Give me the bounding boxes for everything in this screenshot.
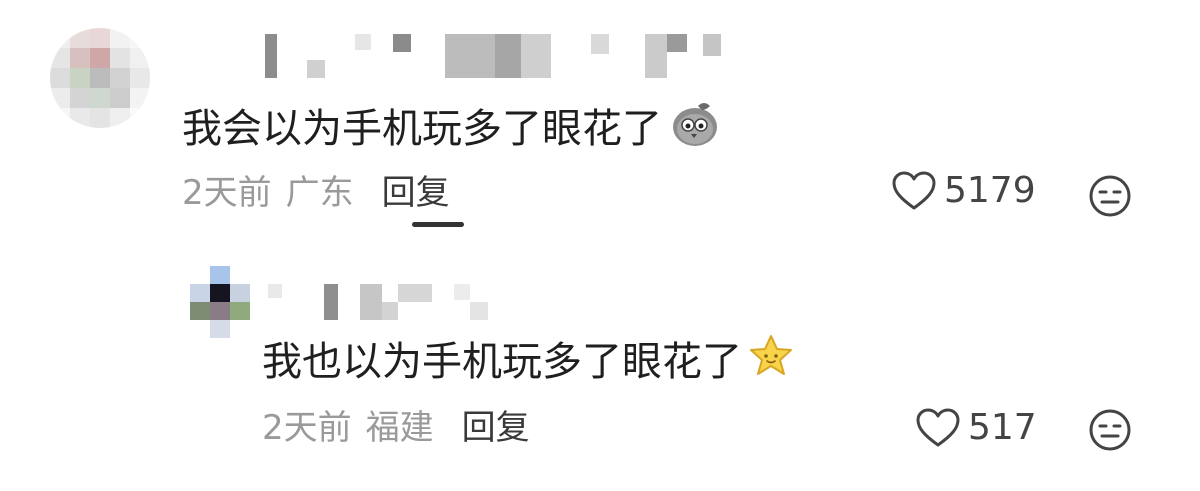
crying-pigeon-icon (668, 98, 720, 159)
comment-time: 2天前 (262, 408, 352, 448)
reply-underline (411, 222, 464, 227)
reply-button[interactable]: 回复 (462, 408, 530, 448)
comment-location: 广东 (285, 173, 354, 213)
avatar[interactable] (50, 28, 150, 128)
heart-icon (916, 408, 960, 446)
heart-icon (892, 171, 936, 209)
like-button[interactable]: 517 (916, 407, 1037, 448)
comment-text: 我也以为手机玩多了眼花了 (262, 334, 794, 389)
username-pixelated[interactable] (265, 34, 721, 78)
username-pixelated[interactable] (268, 284, 488, 320)
neutral-face-icon (1089, 175, 1131, 217)
comment-meta: 2天前 广东 回复 (182, 173, 464, 227)
like-count: 517 (968, 407, 1037, 448)
dislike-button[interactable] (1088, 174, 1132, 222)
star-icon (748, 334, 794, 389)
comment-location: 福建 (365, 408, 434, 448)
reply-button[interactable]: 回复 (382, 173, 464, 227)
neutral-face-icon (1089, 409, 1131, 451)
avatar[interactable] (190, 266, 250, 338)
like-button[interactable]: 5179 (892, 170, 1036, 211)
comment-meta: 2天前 福建 回复 (262, 408, 530, 448)
dislike-button[interactable] (1088, 408, 1132, 456)
comment-time: 2天前 (182, 173, 272, 213)
comment-text: 我会以为手机玩多了眼花了 (182, 98, 720, 159)
like-count: 5179 (944, 170, 1036, 211)
